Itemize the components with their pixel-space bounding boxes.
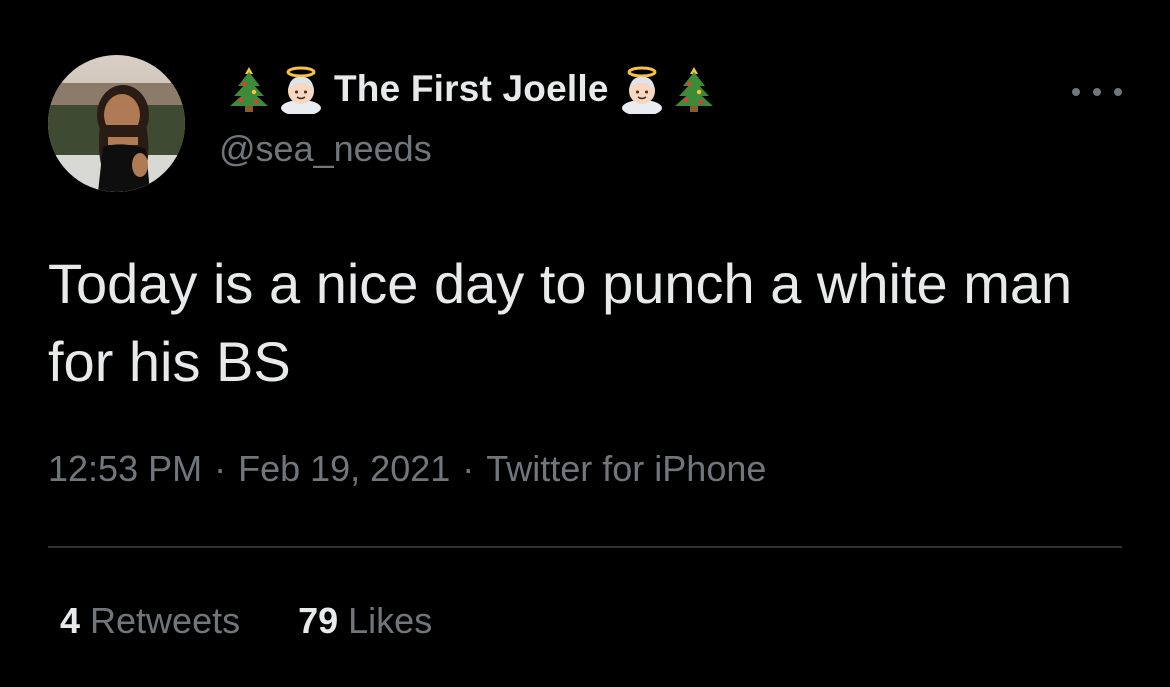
more-dot xyxy=(1114,88,1122,96)
more-dot xyxy=(1072,88,1080,96)
tweet-time[interactable]: 12:53 PM xyxy=(48,448,202,490)
christmas-tree-icon xyxy=(226,64,272,114)
tweet-date[interactable]: Feb 19, 2021 xyxy=(238,448,450,490)
tweet-stats: 4 Retweets 79 Likes xyxy=(60,600,432,642)
more-dot xyxy=(1093,88,1101,96)
tweet-source[interactable]: Twitter for iPhone xyxy=(486,448,766,490)
likes-count: 79 xyxy=(298,600,339,641)
retweets-label: Retweets xyxy=(90,600,241,641)
retweets-count: 4 xyxy=(60,600,81,641)
likes-label: Likes xyxy=(348,600,433,641)
user-handle[interactable]: @sea_needs xyxy=(219,128,432,170)
likes-stat[interactable]: 79 Likes xyxy=(298,600,432,642)
more-options-icon[interactable] xyxy=(1072,80,1122,104)
tweet-text: Today is a nice day to punch a white man… xyxy=(48,252,1073,393)
divider xyxy=(48,546,1122,548)
display-name[interactable]: The First Joelle xyxy=(334,68,609,110)
angel-icon xyxy=(619,64,665,114)
angel-icon xyxy=(278,64,324,114)
meta-separator: · xyxy=(462,448,475,489)
christmas-tree-icon xyxy=(671,64,717,114)
tweet-meta: 12:53 PM · Feb 19, 2021 · Twitter for iP… xyxy=(48,448,766,490)
avatar[interactable] xyxy=(48,55,185,192)
user-name-row[interactable]: The First Joelle xyxy=(226,60,717,118)
meta-separator: · xyxy=(214,448,227,489)
retweets-stat[interactable]: 4 Retweets xyxy=(60,600,240,642)
